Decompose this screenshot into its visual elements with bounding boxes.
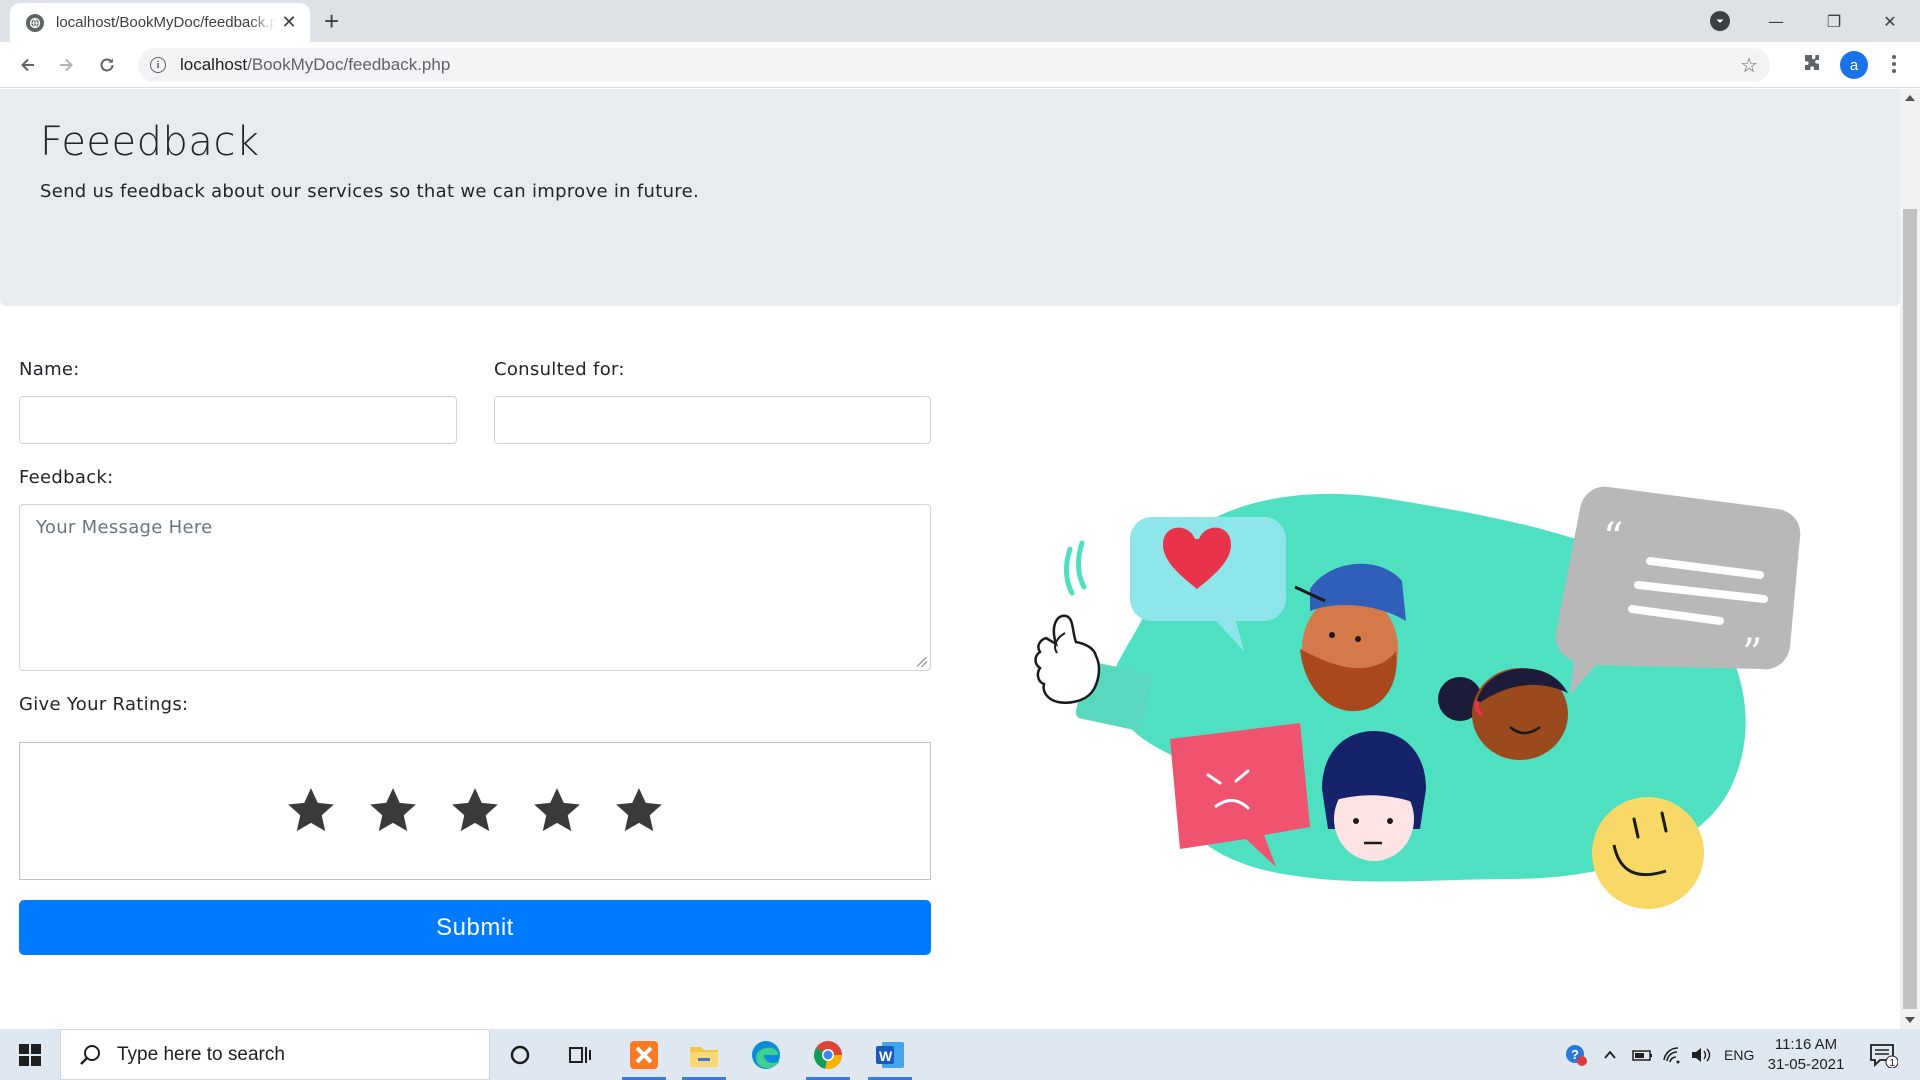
quote-speech-bubble: “ ” — [1555, 486, 1801, 695]
submit-button[interactable]: Submit — [19, 900, 931, 955]
resize-handle[interactable] — [917, 657, 927, 667]
page-title: Feeedback — [40, 119, 260, 165]
scroll-down-icon[interactable] — [1905, 1017, 1915, 1023]
ratings-label: Give Your Ratings: — [19, 694, 189, 715]
search-icon — [80, 1044, 100, 1065]
tab-search-icon[interactable] — [1710, 11, 1730, 31]
back-arrow-icon[interactable] — [14, 51, 42, 79]
svg-text:“: “ — [1603, 515, 1623, 561]
feedback-illustration: “ ” — [1034, 486, 1801, 909]
volume-icon[interactable] — [1690, 1029, 1712, 1080]
close-window-button[interactable]: ✕ — [1862, 0, 1918, 42]
page-scrollbar[interactable] — [1900, 89, 1920, 1029]
browser-tab[interactable]: localhost/BookMyDoc/feedback.php ✕ — [10, 3, 310, 42]
forward-arrow-icon[interactable] — [52, 51, 80, 79]
cortana-icon[interactable] — [492, 1029, 548, 1080]
smiley-face-icon — [1592, 797, 1704, 909]
svg-text:”: ” — [1742, 631, 1762, 677]
name-input[interactable] — [19, 396, 457, 444]
windows-start-icon[interactable] — [0, 1029, 60, 1080]
svg-text:W: W — [879, 1048, 893, 1064]
rating-stars-container — [19, 742, 931, 880]
address-bar[interactable]: i localhost/BookMyDoc/feedback.php ☆ — [138, 48, 1770, 82]
windows-taskbar: Type here to search W ? ENG 11:16 AM 31-… — [0, 1029, 1920, 1080]
new-tab-button[interactable]: + — [324, 6, 339, 37]
taskbar-search-placeholder: Type here to search — [117, 1043, 285, 1065]
clock-date: 31-05-2021 — [1767, 1056, 1845, 1073]
page-subtitle: Send us feedback about our services so t… — [40, 181, 699, 202]
battery-icon[interactable] — [1632, 1029, 1654, 1080]
extensions-puzzle-icon[interactable] — [1800, 52, 1824, 76]
consulted-for-label: Consulted for: — [494, 359, 625, 380]
browser-tab-strip: localhost/BookMyDoc/feedback.php ✕ + — ❐… — [0, 0, 1920, 42]
browser-toolbar: i localhost/BookMyDoc/feedback.php ☆ a — [0, 42, 1920, 88]
tab-close-icon[interactable]: ✕ — [280, 12, 298, 33]
word-app-icon[interactable]: W — [862, 1029, 918, 1080]
file-explorer-icon[interactable] — [676, 1029, 732, 1080]
minimize-button[interactable]: — — [1748, 0, 1804, 42]
bookmark-star-icon[interactable]: ☆ — [1740, 53, 1758, 77]
globe-icon — [26, 13, 44, 32]
help-icon[interactable]: ? — [1564, 1029, 1588, 1080]
page-viewport: Feeedback Send us feedback about our ser… — [0, 89, 1900, 1029]
wifi-icon[interactable] — [1662, 1029, 1682, 1080]
rating-star-4[interactable] — [529, 783, 585, 839]
feedback-textarea[interactable]: Your Message Here — [19, 504, 931, 671]
browser-menu-icon[interactable] — [1884, 50, 1904, 78]
task-view-icon[interactable] — [552, 1029, 608, 1080]
rating-star-2[interactable] — [365, 783, 421, 839]
language-indicator[interactable]: ENG — [1724, 1029, 1754, 1080]
clock-time: 11:16 AM — [1774, 1036, 1838, 1053]
name-label: Name: — [19, 359, 80, 380]
xampp-app-icon[interactable] — [616, 1029, 672, 1080]
info-icon[interactable]: i — [150, 57, 166, 73]
rating-star-5[interactable] — [611, 783, 667, 839]
feedback-label: Feedback: — [19, 467, 114, 488]
system-clock[interactable]: 11:16 AM 31-05-2021 — [1762, 1035, 1850, 1075]
notification-center-icon[interactable]: 1 — [1868, 1029, 1898, 1080]
profile-avatar[interactable]: a — [1840, 51, 1868, 79]
tab-title: localhost/BookMyDoc/feedback.php — [56, 14, 276, 31]
taskbar-search-box[interactable]: Type here to search — [60, 1029, 490, 1080]
chrome-browser-icon[interactable] — [800, 1029, 856, 1080]
maximize-button[interactable]: ❐ — [1806, 0, 1862, 42]
header-jumbotron: Feeedback Send us feedback about our ser… — [0, 89, 1900, 306]
scroll-up-icon[interactable] — [1905, 95, 1915, 101]
feedback-placeholder: Your Message Here — [36, 517, 213, 538]
consulted-for-input[interactable] — [494, 396, 931, 444]
rating-star-1[interactable] — [283, 783, 339, 839]
url-text[interactable]: localhost/BookMyDoc/feedback.php — [180, 55, 450, 75]
edge-browser-icon[interactable] — [738, 1029, 794, 1080]
reload-icon[interactable] — [93, 51, 121, 79]
svg-text:1: 1 — [1890, 1058, 1896, 1068]
rating-star-3[interactable] — [447, 783, 503, 839]
scrollbar-thumb[interactable] — [1903, 209, 1917, 1009]
tray-chevron-up-icon[interactable] — [1602, 1029, 1618, 1080]
